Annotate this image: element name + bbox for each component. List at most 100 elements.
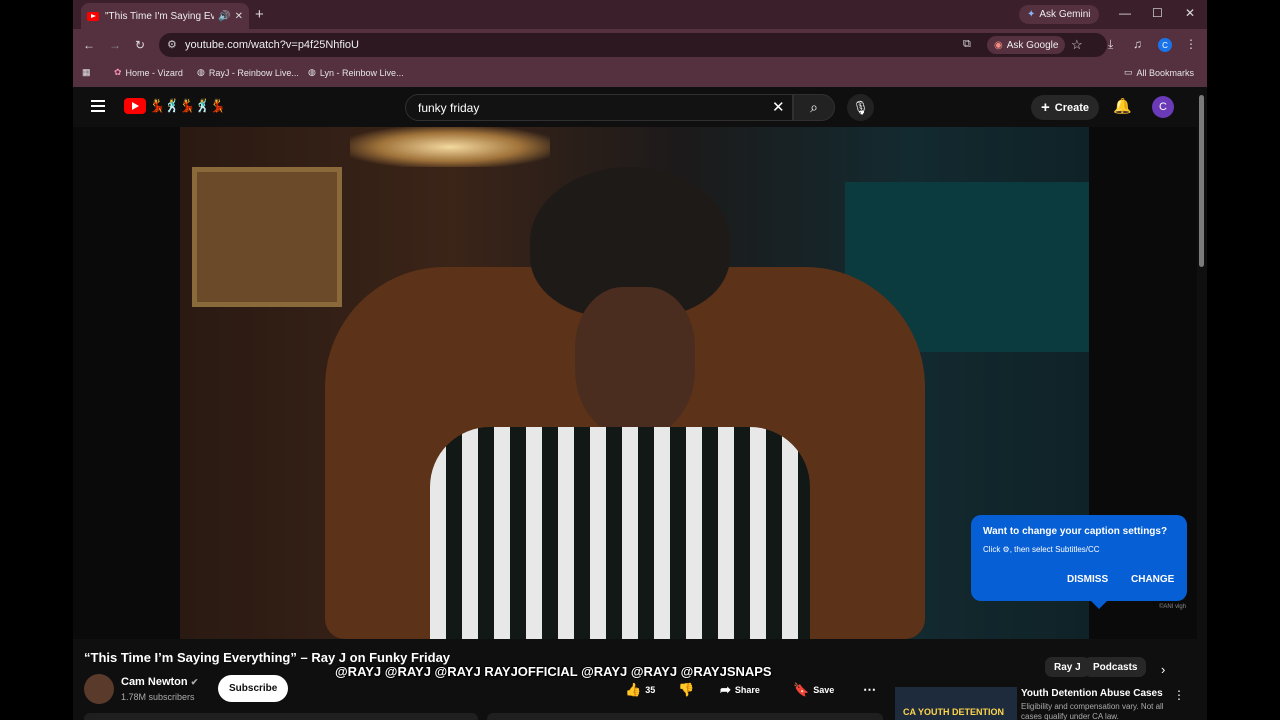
- close-window-icon[interactable]: ✕: [1185, 6, 1195, 20]
- globe-icon: ◍: [197, 67, 205, 77]
- verified-icon: ✔: [190, 677, 199, 687]
- globe-icon: ◍: [308, 67, 316, 77]
- dislike-button[interactable]: 👎: [678, 680, 694, 700]
- bookmark-label: Home - Vizard: [125, 67, 183, 78]
- flower-icon: ✿: [114, 67, 122, 77]
- bookmark-icon: 🔖: [793, 682, 810, 697]
- chip-podcasts[interactable]: Podcasts: [1084, 657, 1147, 677]
- create-button[interactable]: + Create: [1031, 95, 1100, 120]
- like-count: 35: [645, 685, 656, 695]
- recommended-description: Eligibility and compensation vary. Not a…: [1021, 702, 1164, 720]
- tab-strip: "This Time I'm Saying Every 🔊 ✕ + ✦ Ask …: [73, 0, 1207, 29]
- thumbs-down-icon: 👎: [678, 682, 695, 697]
- minimize-icon[interactable]: —: [1119, 6, 1131, 20]
- subscribe-button[interactable]: Subscribe: [218, 675, 289, 702]
- close-tab-icon[interactable]: ✕: [235, 11, 243, 22]
- chevron-right-icon[interactable]: ›: [1161, 662, 1165, 677]
- hamburger-menu-icon[interactable]: [91, 100, 105, 115]
- save-button[interactable]: 🔖 Save: [793, 680, 834, 700]
- dismiss-button[interactable]: DISMISS: [1067, 574, 1108, 585]
- subscriber-count: 1.78M subscribers: [121, 692, 195, 702]
- channel-avatar[interactable]: [84, 674, 114, 704]
- recommended-thumbnail[interactable]: CA YOUTH DETENTION: [895, 687, 1017, 720]
- notifications-bell-icon[interactable]: 🔔: [1113, 97, 1132, 115]
- comments-panel[interactable]: [487, 713, 883, 720]
- lamp-light: [350, 127, 550, 167]
- striped-shirt: [430, 427, 810, 639]
- reload-icon[interactable]: ↻: [135, 38, 145, 52]
- youtube-favicon-icon: [87, 11, 99, 21]
- browser-toolbar: ← → ↻ ⚙ youtube.com/watch?v=p4f25NhfioU …: [73, 29, 1207, 61]
- search-button[interactable]: ⌕: [793, 94, 835, 121]
- bookmarks-bar: ▦ ✿ Home - Vizard ◍ RayJ - Reinbow Live.…: [73, 61, 1207, 87]
- bookmark-label: RayJ - Reinbow Live...: [208, 67, 299, 78]
- chip-ray-j[interactable]: Ray J: [1045, 657, 1090, 677]
- bookmark-item[interactable]: ✿ Home - Vizard: [114, 67, 183, 78]
- download-icon[interactable]: ⤓: [1108, 37, 1113, 52]
- recommended-title[interactable]: Youth Detention Abuse Cases: [1021, 688, 1163, 699]
- google-lens-icon: ◉: [994, 39, 1003, 51]
- account-avatar[interactable]: C: [1152, 96, 1174, 118]
- channel-name-text: Cam Newton: [121, 676, 188, 688]
- background-painting: [192, 167, 342, 307]
- share-icon: ➦: [720, 682, 731, 697]
- search-query: funky friday: [418, 101, 480, 115]
- bookmark-item[interactable]: ◍ Lyn - Reinbow Live...: [308, 67, 404, 78]
- ask-google-label: Ask Google: [1006, 39, 1059, 51]
- video-frame[interactable]: [180, 127, 1089, 639]
- tooltip-body: Click ⚙, then select Subtitles/CC: [983, 545, 1100, 554]
- site-info-icon[interactable]: ⚙: [167, 38, 177, 51]
- description-panel[interactable]: [84, 713, 478, 720]
- bookmark-star-icon[interactable]: ☆: [1071, 37, 1083, 53]
- youtube-logo[interactable]: [124, 98, 146, 114]
- more-actions-button[interactable]: ⋯: [863, 680, 876, 700]
- youtube-header: 💃🕺💃🕺💃 funky friday ✕ ⌕ 🎙 + Create 🔔 C: [73, 87, 1197, 127]
- tab-title: "This Time I'm Saying Every: [105, 10, 215, 22]
- browser-window: "This Time I'm Saying Every 🔊 ✕ + ✦ Ask …: [73, 0, 1207, 720]
- face: [575, 287, 695, 437]
- social-handles-overlay: @RAYJ @RAYJ @RAYJ RAYJOFFICIAL @RAYJ @RA…: [335, 664, 772, 679]
- speaker-figure: [380, 167, 810, 639]
- all-bookmarks-button[interactable]: ▭ All Bookmarks: [1124, 67, 1194, 78]
- ask-gemini-label: Ask Gemini: [1039, 9, 1091, 20]
- save-label: Save: [813, 685, 835, 695]
- change-button[interactable]: CHANGE: [1131, 574, 1174, 585]
- apps-grid-icon[interactable]: ▦: [82, 67, 91, 78]
- profile-avatar[interactable]: C: [1158, 38, 1172, 52]
- like-button[interactable]: 👍 35: [625, 680, 655, 700]
- address-bar[interactable]: ⚙ youtube.com/watch?v=p4f25NhfioU ⧉ ◉ As…: [159, 33, 1107, 57]
- gemini-icon: ✦: [1027, 9, 1036, 20]
- forward-icon[interactable]: →: [109, 38, 121, 52]
- tooltip-heading: Want to change your caption settings?: [983, 526, 1168, 537]
- voice-search-button[interactable]: 🎙: [847, 94, 874, 121]
- channel-name[interactable]: Cam Newton ✔: [121, 676, 198, 688]
- bookmark-item[interactable]: ◍ RayJ - Reinbow Live...: [197, 67, 299, 78]
- back-icon[interactable]: ←: [83, 38, 95, 52]
- create-label: Create: [1054, 101, 1090, 114]
- more-dots-icon: ⋯: [863, 682, 876, 697]
- ask-gemini-button[interactable]: ✦ Ask Gemini: [1019, 5, 1099, 24]
- share-button[interactable]: ➦ Share: [720, 680, 760, 700]
- scrollbar-thumb[interactable]: [1199, 95, 1204, 267]
- bookmark-label: Lyn - Reinbow Live...: [319, 67, 404, 78]
- search-input[interactable]: funky friday ✕: [405, 94, 793, 121]
- media-controls-icon[interactable]: ♫: [1133, 37, 1142, 51]
- recommendation-menu-icon[interactable]: ⋮: [1173, 688, 1185, 702]
- install-app-icon[interactable]: ⧉: [963, 38, 971, 51]
- url-text: youtube.com/watch?v=p4f25NhfioU: [185, 39, 359, 51]
- thumbnail-text: CA YOUTH DETENTION: [903, 707, 1005, 717]
- video-player[interactable]: Want to change your caption settings? Cl…: [73, 127, 1197, 639]
- menu-dots-icon[interactable]: ⋮: [1185, 37, 1197, 51]
- plus-icon: +: [1041, 99, 1050, 116]
- ask-google-button[interactable]: ◉ Ask Google: [987, 36, 1066, 54]
- search-icon: ⌕: [810, 99, 818, 115]
- browser-tab[interactable]: "This Time I'm Saying Every 🔊 ✕: [81, 3, 249, 29]
- audio-icon[interactable]: 🔊: [218, 11, 230, 22]
- page-scrollbar[interactable]: [1197, 87, 1207, 720]
- new-tab-button[interactable]: +: [255, 6, 264, 23]
- thumbs-up-icon: 👍: [625, 682, 642, 697]
- clear-search-icon[interactable]: ✕: [772, 98, 785, 116]
- caption-settings-tooltip: Want to change your caption settings? Cl…: [971, 515, 1187, 609]
- maximize-icon[interactable]: ☐: [1152, 6, 1163, 20]
- logo-doodle[interactable]: 💃🕺💃🕺💃: [149, 98, 226, 114]
